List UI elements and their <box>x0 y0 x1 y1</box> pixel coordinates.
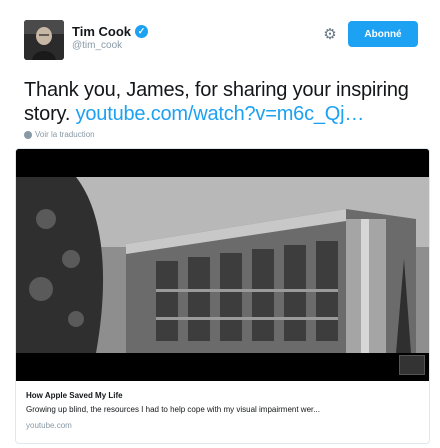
card-title: How Apple Saved My Life <box>26 391 123 400</box>
display-name[interactable]: Tim Cook <box>72 24 131 39</box>
follow-button[interactable]: Abonné <box>348 21 418 47</box>
card-description: Growing up blind, the resources I had to… <box>26 405 320 414</box>
globe-icon <box>24 130 32 139</box>
tweet-header: Tim Cook ✓ @tim_cook ⚙ Abonné <box>0 0 440 60</box>
video-thumbnail[interactable] <box>16 149 429 381</box>
video-frame <box>16 149 429 381</box>
tweet-link[interactable]: youtube.com/watch?v=m6c_Qj… <box>76 103 365 125</box>
link-card[interactable]: How Apple Saved My Life Growing up blind… <box>15 148 430 444</box>
translate-label: Voir la traduction <box>35 130 95 139</box>
avatar[interactable] <box>24 20 64 60</box>
card-info: How Apple Saved My Life Growing up blind… <box>16 381 429 443</box>
translate-link[interactable]: Voir la traduction <box>24 130 95 139</box>
channel-thumbnail <box>399 355 425 375</box>
avatar-image <box>24 20 64 60</box>
card-domain: youtube.com <box>26 421 72 430</box>
gear-icon[interactable]: ⚙ <box>322 27 338 43</box>
name-row: Tim Cook ✓ <box>72 24 148 39</box>
user-handle[interactable]: @tim_cook <box>72 40 122 51</box>
verified-badge-icon: ✓ <box>135 25 148 38</box>
tweet-text: Thank you, James, for sharing your inspi… <box>24 78 424 126</box>
